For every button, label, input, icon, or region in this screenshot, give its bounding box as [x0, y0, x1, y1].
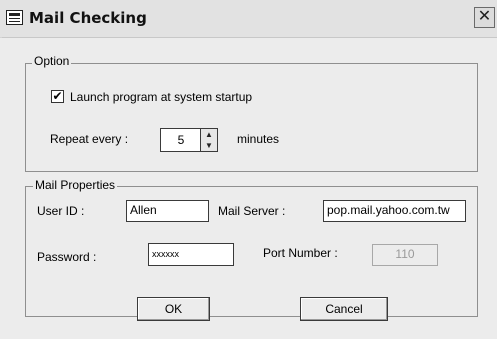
close-icon: ✕ [477, 8, 492, 25]
stepper-buttons: ▲ ▼ [200, 129, 217, 151]
cancel-button[interactable]: Cancel [300, 297, 388, 321]
option-group [25, 63, 478, 172]
user-id-label: User ID : [37, 204, 85, 218]
mail-server-field[interactable]: pop.mail.yahoo.com.tw [323, 200, 466, 222]
window-title: Mail Checking [29, 9, 147, 27]
user-id-field[interactable]: Allen [126, 200, 209, 222]
stepper-down-button[interactable]: ▼ [201, 140, 217, 151]
repeat-unit-label: minutes [237, 132, 280, 146]
dialog-body: Option ✔ Launch program at system startu… [0, 38, 497, 339]
option-group-legend: Option [32, 54, 72, 68]
mail-app-icon [6, 10, 23, 25]
repeat-interval-value[interactable]: 5 [161, 129, 201, 151]
title-bar: Mail Checking ✕ [0, 0, 497, 38]
mail-server-label: Mail Server : [218, 204, 286, 218]
ok-button[interactable]: OK [137, 297, 210, 321]
repeat-every-label: Repeat every : [50, 132, 129, 146]
launch-startup-label[interactable]: Launch program at system startup [70, 90, 252, 104]
arrow-up-icon: ▲ [205, 130, 213, 139]
password-label: Password : [37, 250, 97, 264]
mail-properties-legend: Mail Properties [33, 178, 118, 192]
launch-startup-checkbox[interactable]: ✔ [51, 90, 64, 103]
close-button[interactable]: ✕ [474, 7, 495, 28]
password-field[interactable]: xxxxxx [148, 243, 234, 266]
arrow-down-icon: ▼ [205, 141, 213, 150]
check-mark-icon: ✔ [52, 89, 63, 103]
port-number-label: Port Number : [263, 246, 338, 260]
port-number-field: 110 [372, 244, 438, 266]
repeat-interval-stepper[interactable]: 5 ▲ ▼ [160, 128, 218, 152]
